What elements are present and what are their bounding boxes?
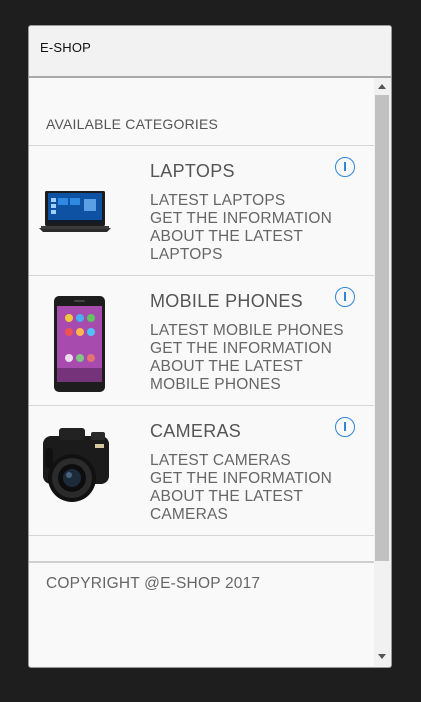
category-description: LATEST MOBILE PHONES GET THE INFORMATION…: [150, 322, 360, 394]
footer-copyright: COPYRIGHT @E-SHOP 2017: [46, 575, 261, 592]
category-subtitle: LATEST MOBILE PHONES: [150, 322, 344, 339]
app-title: E-SHOP: [40, 40, 92, 55]
category-text: GET THE INFORMATION ABOUT THE LATEST LAP…: [150, 210, 333, 263]
scrollbar-thumb[interactable]: [375, 95, 389, 561]
info-icon[interactable]: [335, 287, 355, 307]
vertical-scrollbar[interactable]: [374, 78, 391, 666]
footer-divider: [29, 561, 374, 563]
category-text: GET THE INFORMATION ABOUT THE LATEST MOB…: [150, 340, 333, 393]
laptop-image: [39, 191, 111, 232]
scroll-down-arrow-icon[interactable]: [378, 654, 386, 659]
section-heading: AVAILABLE CATEGORIES: [46, 116, 219, 132]
scroll-up-arrow-icon[interactable]: [378, 84, 386, 89]
category-title: LAPTOPS: [150, 161, 235, 181]
category-subtitle: LATEST CAMERAS: [150, 452, 291, 469]
category-description: LATEST LAPTOPS GET THE INFORMATION ABOUT…: [150, 192, 360, 264]
info-icon[interactable]: [335, 417, 355, 437]
category-title: MOBILE PHONES: [150, 291, 303, 311]
category-item-mobile-phones[interactable]: MOBILE PHONES LATEST MOBILE PHONES GET T…: [29, 276, 374, 406]
category-subtitle: LATEST LAPTOPS: [150, 192, 286, 209]
info-icon[interactable]: [335, 157, 355, 177]
camera-image: [43, 428, 109, 502]
category-title: CAMERAS: [150, 421, 242, 441]
phone-image: [54, 296, 105, 392]
category-text: GET THE INFORMATION ABOUT THE LATEST CAM…: [150, 470, 333, 523]
category-item-cameras[interactable]: CAMERAS LATEST CAMERAS GET THE INFORMATI…: [29, 406, 374, 536]
category-item-laptops[interactable]: LAPTOPS LATEST LAPTOPS GET THE INFORMATI…: [29, 146, 374, 276]
category-description: LATEST CAMERAS GET THE INFORMATION ABOUT…: [150, 452, 360, 524]
app-window: E-SHOP AVAILABLE CATEGORIES LAPTOPS LATE…: [28, 25, 392, 668]
category-list-page: AVAILABLE CATEGORIES LAPTOPS LATEST LAPT…: [29, 78, 374, 666]
app-header: E-SHOP: [29, 26, 391, 78]
